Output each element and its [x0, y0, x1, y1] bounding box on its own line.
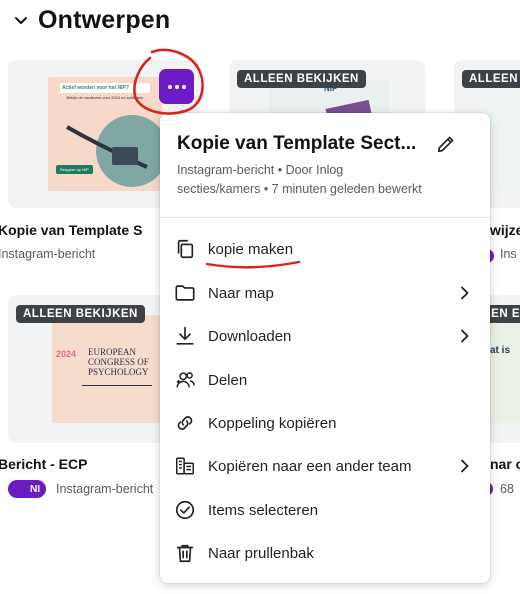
menu-item-label: Downloaden — [208, 327, 292, 345]
menu-item-download[interactable]: Downloaden — [160, 316, 490, 356]
thumb1-subtext: Bekijk de vacatures voor 2024 en sollici… — [66, 95, 144, 100]
download-icon — [176, 326, 194, 345]
view-only-badge: ALLEEN BEKIJKEN — [237, 70, 366, 88]
card-5-title[interactable]: nar c — [490, 456, 520, 472]
menu-item-select-items[interactable]: Items selecteren — [160, 490, 490, 530]
context-menu: Kopie van Template Sect... Instagram-ber… — [160, 113, 490, 583]
thumb4-year: 2024 — [56, 349, 77, 359]
menu-item-copy-link[interactable]: Koppeling kopiëren — [160, 403, 490, 443]
link-icon — [177, 416, 193, 430]
menu-item-copy[interactable]: kopie maken — [160, 229, 490, 269]
thumb4-line2: CONGRESS OF — [88, 357, 149, 367]
chevron-right-icon — [461, 459, 469, 473]
more-options-button[interactable] — [159, 69, 194, 104]
check-circle-icon — [175, 500, 195, 520]
thumb1-headline: Actief worden voor het NIP? — [60, 83, 150, 93]
team-copy-icon — [176, 457, 194, 475]
thumb4-line3: PSYCHOLOGY — [88, 367, 149, 377]
thumb1-cta: Reageer op NIP — [56, 165, 93, 174]
menu-meta-line-1: Instagram-bericht • Door Inlog — [177, 163, 344, 177]
pencil-icon[interactable] — [435, 133, 457, 155]
trash-icon — [176, 544, 194, 563]
copy-icon — [177, 239, 194, 259]
menu-divider — [160, 217, 490, 218]
more-dots-icon — [167, 84, 172, 89]
card-1-subtitle: Instagram-bericht — [0, 247, 96, 261]
view-only-badge: ALLEEN BEKIJKEN — [16, 305, 145, 323]
menu-design-title: Kopie van Template Sect... — [177, 133, 417, 154]
menu-item-label: kopie maken — [208, 240, 294, 258]
menu-item-copy-to-team[interactable]: Kopiëren naar een ander team — [160, 446, 490, 486]
card-4-avatar: NI — [8, 480, 46, 498]
menu-item-move-to-trash[interactable]: Naar prullenbak — [160, 533, 490, 573]
menu-item-label: Koppeling kopiëren — [208, 414, 337, 432]
card-5-subtitle: 68 — [500, 482, 514, 496]
menu-item-move-to-folder[interactable]: Naar map — [160, 273, 490, 313]
card-3-subtitle: Ins — [500, 247, 517, 261]
chevron-right-icon — [461, 286, 469, 300]
design-thumbnail-1[interactable]: Actief worden voor het NIP? Bekijk de va… — [48, 77, 162, 191]
card-1-title[interactable]: Kopie van Template S — [0, 222, 142, 238]
menu-item-label: Naar prullenbak — [208, 544, 314, 562]
design-thumbnail-3[interactable] — [490, 80, 520, 190]
section-header[interactable]: Ontwerpen — [14, 6, 170, 35]
menu-item-label: Kopiëren naar een ander team — [208, 457, 412, 475]
card-4-title[interactable]: Bericht - ECP — [0, 456, 87, 472]
chevron-down-icon[interactable] — [14, 14, 28, 28]
menu-item-share[interactable]: Delen — [160, 360, 490, 400]
folder-icon — [175, 285, 195, 301]
design-thumbnail-5[interactable]: at is — [486, 315, 520, 423]
menu-meta-line-2: secties/kamers • 7 minuten geleden bewer… — [177, 182, 422, 196]
card-3-title[interactable]: wijze — [490, 222, 520, 238]
thumb4-line1: EUROPEAN — [88, 347, 137, 357]
section-title: Ontwerpen — [38, 6, 171, 34]
menu-item-label: Delen — [208, 371, 248, 389]
card-4-subtitle: Instagram-bericht — [56, 482, 154, 496]
chevron-right-icon — [461, 329, 469, 343]
menu-item-label: Items selecteren — [208, 501, 319, 519]
design-thumbnail-4[interactable]: 2024 EUROPEAN CONGRESS OF PSYCHOLOGY — [52, 315, 160, 423]
menu-item-label: Naar map — [208, 284, 274, 302]
view-only-badge: ALLEEN E — [462, 70, 520, 88]
share-users-icon — [176, 372, 195, 388]
